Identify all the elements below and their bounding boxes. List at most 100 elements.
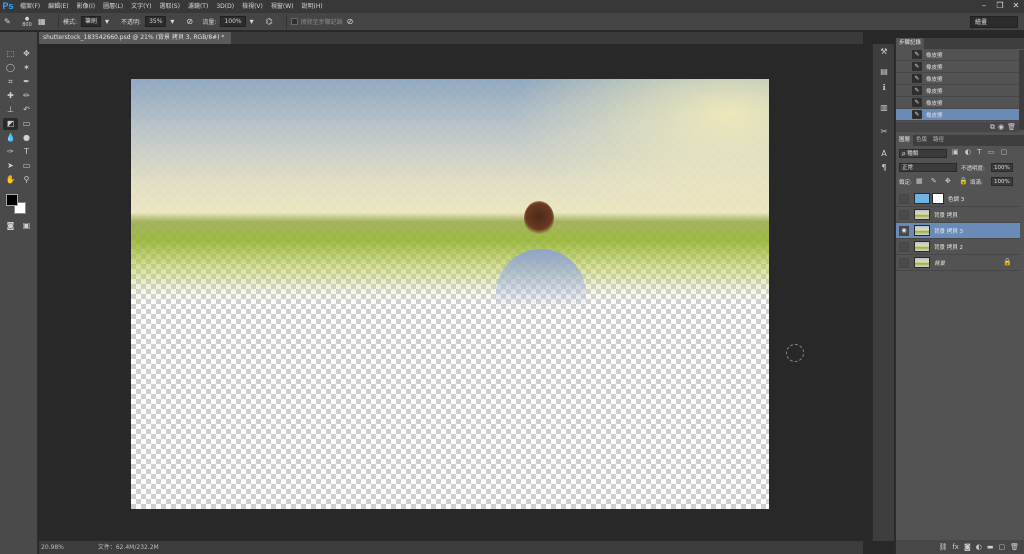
brush-panel-toggle-icon[interactable]: ▦ xyxy=(38,16,50,28)
foreground-color-swatch[interactable] xyxy=(6,194,18,206)
new-layer-icon[interactable]: ▢ xyxy=(998,543,1005,551)
path-select-icon[interactable]: ➤ xyxy=(3,160,18,172)
lock-icons[interactable]: ▦ ✎ ✥ 🔒 xyxy=(916,177,971,185)
menu-edit[interactable]: 編輯(E) xyxy=(44,0,72,13)
layer-style-icon[interactable]: fx xyxy=(952,543,959,551)
menu-image[interactable]: 影像(I) xyxy=(73,0,99,13)
menu-window[interactable]: 視窗(W) xyxy=(267,0,298,13)
fill-input[interactable]: 100% xyxy=(991,177,1013,186)
new-document-from-state-icon[interactable]: ⧉ xyxy=(990,123,995,132)
pressure-opacity-icon[interactable]: ⊘ xyxy=(186,16,198,28)
flow-input[interactable]: 100% xyxy=(220,16,246,27)
restore-button[interactable]: ❐ xyxy=(992,0,1008,11)
document-tab[interactable]: shutterstock_183542660.psd @ 21% (背景 拷貝 … xyxy=(39,32,231,53)
visibility-toggle[interactable] xyxy=(899,257,909,268)
history-item[interactable]: ✎ 橡皮擦 xyxy=(896,61,1020,73)
actions-panel-icon[interactable]: ▥ xyxy=(877,102,891,114)
eyedropper-icon[interactable]: ✒ xyxy=(19,76,34,88)
layer-row[interactable]: 色調 3 xyxy=(896,191,1020,207)
tab-history[interactable]: 步驟記錄 xyxy=(896,38,925,49)
move-tool-icon[interactable]: ✥ xyxy=(19,48,34,60)
marquee-tool-icon[interactable]: ⬚ xyxy=(3,48,18,60)
menu-help[interactable]: 說明(H) xyxy=(298,0,327,13)
paragraph-panel-icon[interactable]: ¶ xyxy=(877,162,891,174)
person-head xyxy=(524,201,554,235)
menu-type[interactable]: 文字(Y) xyxy=(127,0,155,13)
visibility-toggle[interactable] xyxy=(899,193,909,204)
airbrush-icon[interactable]: ⌬ xyxy=(266,16,278,28)
history-item-selected[interactable]: ✎ 橡皮擦 xyxy=(896,109,1020,121)
healing-brush-icon[interactable]: ✚ xyxy=(3,90,18,102)
history-item[interactable]: ✎ 橡皮擦 xyxy=(896,73,1020,85)
eye-icon[interactable]: ◉ xyxy=(899,225,909,236)
tab-channels[interactable]: 色版 xyxy=(913,135,930,146)
type-tool-icon[interactable]: T xyxy=(19,146,34,158)
menu-3d[interactable]: 3D(D) xyxy=(212,0,238,13)
history-brush-icon[interactable]: ↶ xyxy=(19,104,34,116)
minimize-button[interactable]: – xyxy=(976,0,992,11)
add-mask-icon[interactable]: ◙ xyxy=(964,543,971,551)
snapshot-icon[interactable]: ◉ xyxy=(998,123,1004,131)
layer-filter-icons[interactable]: ▣ ◐ T ▭ ▢ xyxy=(952,148,1009,156)
doc-info[interactable]: 文件：62.4M/232.2M xyxy=(66,544,159,551)
screen-mode-icon[interactable]: ▣ xyxy=(19,220,34,232)
history-panel-icon[interactable]: ⚒ xyxy=(877,46,891,58)
blend-mode-select[interactable]: 正常 xyxy=(899,163,957,172)
quick-mask-icon[interactable]: ◙ xyxy=(3,220,18,232)
visibility-toggle[interactable] xyxy=(899,241,909,252)
menu-view[interactable]: 檢視(V) xyxy=(238,0,267,13)
mode-select[interactable]: 筆刷 xyxy=(81,16,102,27)
history-scrollbar[interactable] xyxy=(1019,50,1024,130)
menu-filter[interactable]: 濾鏡(T) xyxy=(184,0,212,13)
eraser-tool-preset-icon[interactable]: ✎ xyxy=(4,16,16,28)
document-canvas[interactable] xyxy=(131,79,769,509)
close-button[interactable]: ✕ xyxy=(1008,0,1024,11)
brush-preset-picker[interactable]: ● 800 xyxy=(20,16,34,28)
layer-opacity-input[interactable]: 100% xyxy=(991,163,1013,172)
zoom-level[interactable]: 20.98% xyxy=(39,544,64,551)
tab-layers[interactable]: 圖層 xyxy=(896,135,914,146)
tool-presets-icon[interactable]: ✂ xyxy=(877,126,891,138)
chevron-down-icon[interactable]: ▾ xyxy=(170,16,182,28)
pressure-size-icon[interactable]: ⊘ xyxy=(347,16,359,28)
eraser-tool-icon[interactable]: ◩ xyxy=(3,118,18,130)
lasso-tool-icon[interactable]: ◯ xyxy=(3,62,18,74)
hand-tool-icon[interactable]: ✋ xyxy=(3,174,18,186)
magic-wand-icon[interactable]: ✶ xyxy=(19,62,34,74)
opacity-input[interactable]: 35% xyxy=(145,16,167,27)
erase-to-history-checkbox[interactable] xyxy=(290,18,298,25)
layer-row[interactable]: 背景 拷貝 2 xyxy=(896,239,1020,255)
menu-file[interactable]: 檔案(F) xyxy=(16,0,44,13)
info-panel-icon[interactable]: ℹ xyxy=(877,82,891,94)
crop-tool-icon[interactable]: ⌗ xyxy=(3,76,18,88)
workspace-select[interactable]: 繪畫 xyxy=(970,16,1018,28)
chevron-down-icon[interactable]: ▾ xyxy=(250,16,262,28)
dodge-tool-icon[interactable]: ● xyxy=(19,132,34,144)
layer-row-selected[interactable]: ◉ 背景 拷貝 3 xyxy=(896,223,1020,239)
adjustment-layer-icon[interactable]: ◐ xyxy=(976,543,982,551)
layer-filter-select[interactable]: ρ 種類 xyxy=(899,149,947,158)
trash-icon[interactable]: 🗑 xyxy=(1007,123,1016,131)
brush-tool-icon[interactable]: ✏ xyxy=(19,90,34,102)
history-item[interactable]: ✎ 橡皮擦 xyxy=(896,49,1020,61)
new-group-icon[interactable]: ▬ xyxy=(987,543,994,551)
pen-tool-icon[interactable]: ✑ xyxy=(3,146,18,158)
layer-row[interactable]: 背景 🔒 xyxy=(896,255,1020,271)
zoom-tool-icon[interactable]: ⚲ xyxy=(19,174,34,186)
layer-row[interactable]: 背景 拷貝 xyxy=(896,207,1020,223)
blur-tool-icon[interactable]: 💧 xyxy=(3,132,18,144)
visibility-toggle[interactable] xyxy=(899,209,909,220)
menu-select[interactable]: 選取(S) xyxy=(155,0,184,13)
tab-paths[interactable]: 路徑 xyxy=(930,135,947,146)
history-item[interactable]: ✎ 橡皮擦 xyxy=(896,85,1020,97)
character-panel-icon[interactable]: A xyxy=(877,148,891,160)
trash-icon[interactable]: 🗑 xyxy=(1010,543,1019,551)
menu-layer[interactable]: 圖層(L) xyxy=(99,0,127,13)
link-layers-icon[interactable]: ⛓ xyxy=(938,543,947,551)
brush-presets-icon[interactable]: ▤ xyxy=(877,66,891,78)
chevron-down-icon[interactable]: ▾ xyxy=(105,16,117,28)
clone-stamp-icon[interactable]: ⊥ xyxy=(3,104,18,116)
gradient-tool-icon[interactable]: ▭ xyxy=(19,118,34,130)
rectangle-tool-icon[interactable]: ▭ xyxy=(19,160,34,172)
history-item[interactable]: ✎ 橡皮擦 xyxy=(896,97,1020,109)
